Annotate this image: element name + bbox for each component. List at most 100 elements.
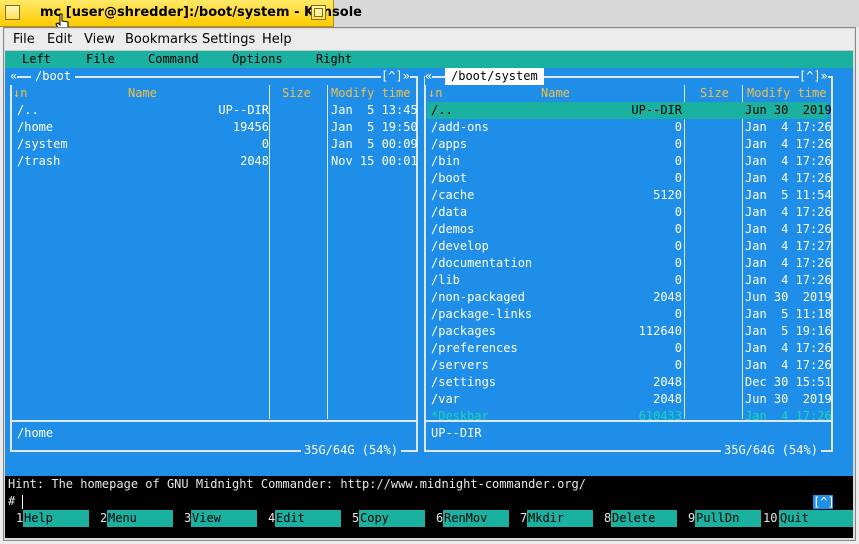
right-file-name: /var xyxy=(431,392,460,406)
fkey-pulldn-button[interactable]: PullDn xyxy=(695,510,761,527)
left-file-row[interactable]: /home 19456 Jan 5 19:50 xyxy=(13,119,418,136)
resize-indicator[interactable]: [^] xyxy=(813,495,835,509)
right-file-row[interactable]: /boot 0 Jan 4 17:26 xyxy=(427,170,832,187)
fkey-menu-button[interactable]: Menu xyxy=(107,510,173,527)
left-corner-right[interactable]: [^]» xyxy=(381,68,410,85)
left-file-row[interactable]: /system 0 Jan 5 00:09 xyxy=(13,136,418,153)
fkey-copy-button[interactable]: Copy xyxy=(359,510,425,527)
right-file-mtime: Jan 4 17:26 xyxy=(745,137,832,151)
right-panel[interactable]: « /boot/system [^]» ↓n Name Size Modify … xyxy=(419,68,833,476)
window-zoom-button[interactable] xyxy=(311,5,326,20)
right-file-name: /develop xyxy=(431,239,489,253)
left-panel-path[interactable]: /boot xyxy=(31,68,76,85)
right-file-row[interactable]: /servers 0 Jan 4 17:26 xyxy=(427,357,832,374)
right-file-size: 0 xyxy=(674,222,682,236)
right-file-mtime: Jan 5 11:18 xyxy=(745,307,832,321)
left-file-size: 2048 xyxy=(240,154,269,168)
mc-menu-command[interactable]: Command xyxy=(148,51,199,68)
right-corner-right[interactable]: [^]» xyxy=(799,68,828,85)
left-file-row[interactable]: /trash 2048 Nov 15 00:01 xyxy=(13,153,418,170)
right-file-row[interactable]: /lib 0 Jan 4 17:26 xyxy=(427,272,832,289)
right-file-row[interactable]: /.. UP--DIR Jun 30 2019 xyxy=(427,102,832,119)
right-file-name: /non-packaged xyxy=(431,290,525,304)
right-status: UP--DIR xyxy=(431,426,482,440)
right-file-size: 0 xyxy=(674,205,682,219)
function-key-bar: 1 Help 2 Menu 3 View 4 Edit 5 Copy 6 RenMov 7 Mkdir 8 D… xyxy=(5,510,853,527)
menu-help[interactable]: Help xyxy=(262,32,292,47)
fkey-delete-button[interactable]: Delete xyxy=(611,510,677,527)
left-file-row[interactable]: /.. UP--DIR Jan 5 13:45 xyxy=(13,102,418,119)
right-corner-left[interactable]: « xyxy=(425,68,433,85)
right-file-mtime: Jan 4 17:26 xyxy=(745,409,832,423)
right-file-name: /cache xyxy=(431,188,475,202)
right-file-row[interactable]: /settings 2048 Dec 30 15:51 xyxy=(427,374,832,391)
right-file-mtime: Jan 4 17:26 xyxy=(745,341,832,355)
panel-filler xyxy=(833,68,853,476)
right-file-size: 2048 xyxy=(653,392,682,406)
menu-file[interactable]: File xyxy=(13,32,35,47)
hint-bar: Hint: The homepage of GNU Midnight Comma… xyxy=(5,476,853,493)
menu-settings[interactable]: Settings xyxy=(202,32,255,47)
right-file-row[interactable]: /bin 0 Jan 4 17:26 xyxy=(427,153,832,170)
right-file-mtime: Jun 30 2019 xyxy=(745,392,832,406)
fkey-edit-button[interactable]: Edit xyxy=(275,510,341,527)
right-file-mtime: Jan 4 17:26 xyxy=(745,205,832,219)
right-file-size: 0 xyxy=(674,341,682,355)
right-file-row[interactable]: /non-packaged 2048 Jun 30 2019 xyxy=(427,289,832,306)
fkey-quit-button[interactable]: Quit xyxy=(779,510,853,527)
right-file-row[interactable]: /data 0 Jan 4 17:26 xyxy=(427,204,832,221)
right-file-row[interactable]: /package-links 0 Jan 5 11:18 xyxy=(427,306,832,323)
right-sort-indicator[interactable]: ↓n xyxy=(428,85,442,102)
right-header-name[interactable]: Name xyxy=(541,85,570,102)
right-file-mtime: Jun 30 2019 xyxy=(745,290,832,304)
right-file-mtime: Jan 4 17:26 xyxy=(745,273,832,287)
fkey-mkdir-button[interactable]: Mkdir xyxy=(527,510,593,527)
hint-text: Hint: The homepage of GNU Midnight Comma… xyxy=(8,477,586,491)
fkey-view-button[interactable]: View xyxy=(191,510,257,527)
left-header-modify[interactable]: Modify time xyxy=(331,85,410,102)
right-file-row[interactable]: /apps 0 Jan 4 17:26 xyxy=(427,136,832,153)
right-header-size[interactable]: Size xyxy=(700,85,729,102)
right-header-modify[interactable]: Modify time xyxy=(747,85,826,102)
command-line[interactable]: # xyxy=(5,493,853,510)
left-header-size[interactable]: Size xyxy=(282,85,311,102)
mc-menu-left[interactable]: Left xyxy=(22,51,51,68)
right-file-row[interactable]: /var 2048 Jun 30 2019 xyxy=(427,391,832,408)
right-file-name: /data xyxy=(431,205,468,219)
left-header-name[interactable]: Name xyxy=(128,85,157,102)
right-file-row[interactable]: /demos 0 Jan 4 17:26 xyxy=(427,221,832,238)
right-file-name: /servers xyxy=(431,358,489,372)
right-file-name: *Deskbar xyxy=(431,409,489,423)
left-file-mtime: Jan 5 19:50 xyxy=(331,120,418,134)
mc-menu-file[interactable]: File xyxy=(86,51,115,68)
right-file-row[interactable]: /develop 0 Jan 4 17:27 xyxy=(427,238,832,255)
left-panel[interactable]: « /boot [^]» ↓n Name Size Modify time /.… xyxy=(5,68,419,476)
right-file-mtime: Jan 4 17:26 xyxy=(745,154,832,168)
window-title-tab[interactable]: mc [user@shredder]:/boot/system - Konsol… xyxy=(0,0,362,27)
right-file-size: 610433 xyxy=(638,409,682,423)
menu-edit[interactable]: Edit xyxy=(47,32,72,47)
window-close-button[interactable] xyxy=(5,5,20,20)
right-file-row[interactable]: /packages 112640 Jan 5 19:16 xyxy=(427,323,832,340)
right-file-row[interactable]: /cache 5120 Jan 5 11:54 xyxy=(427,187,832,204)
left-file-size: 19456 xyxy=(232,120,269,134)
right-file-name: /package-links xyxy=(431,307,533,321)
menu-bookmarks[interactable]: Bookmarks xyxy=(125,32,198,47)
mc-menu-right[interactable]: Right xyxy=(316,51,352,68)
right-file-mtime: Dec 30 15:51 xyxy=(745,375,832,389)
left-corner-left[interactable]: « xyxy=(10,68,18,85)
text-cursor xyxy=(22,495,23,509)
right-file-row[interactable]: /documentation 0 Jan 4 17:26 xyxy=(427,255,832,272)
right-panel-path[interactable]: /boot/system xyxy=(445,68,544,85)
left-sort-indicator[interactable]: ↓n xyxy=(13,85,27,102)
mc-menu-options[interactable]: Options xyxy=(232,51,283,68)
right-file-size: UP--DIR xyxy=(631,103,682,117)
fkey-renmov-button[interactable]: RenMov xyxy=(443,510,509,527)
terminal-area[interactable]: Left File Command Options Right « /boot … xyxy=(5,51,853,538)
right-file-row[interactable]: *Deskbar 610433 Jan 4 17:26 xyxy=(427,408,832,425)
fkey-help-button[interactable]: Help xyxy=(23,510,89,527)
right-file-mtime: Jun 30 2019 xyxy=(745,103,832,117)
menu-view[interactable]: View xyxy=(84,32,115,47)
right-file-row[interactable]: /add-ons 0 Jan 4 17:26 xyxy=(427,119,832,136)
right-file-row[interactable]: /preferences 0 Jan 4 17:26 xyxy=(427,340,832,357)
